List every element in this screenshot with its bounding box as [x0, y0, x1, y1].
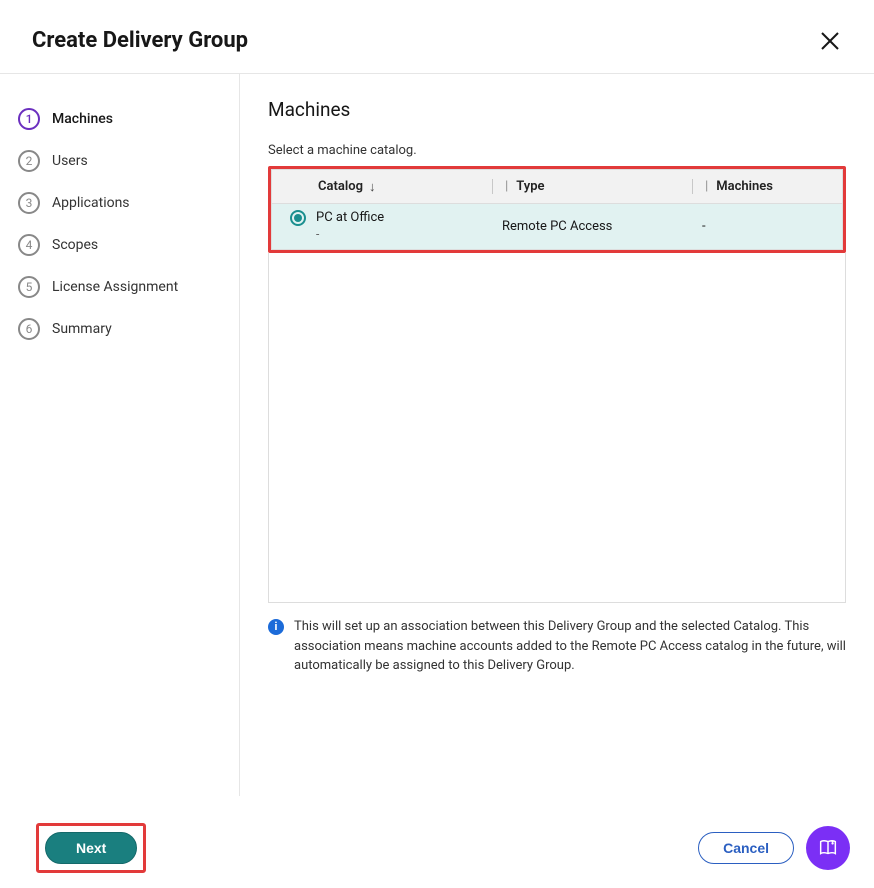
info-message: i This will set up an association betwee…: [268, 617, 846, 676]
catalog-name: PC at Office: [316, 210, 384, 227]
dialog-title: Create Delivery Group: [32, 28, 248, 53]
help-fab-button[interactable]: [806, 826, 850, 870]
main-panel: Machines Select a machine catalog. Catal…: [240, 74, 874, 796]
radio-dot-icon: [294, 214, 302, 222]
cancel-button[interactable]: Cancel: [698, 832, 794, 864]
column-header-type[interactable]: | Type: [492, 179, 692, 194]
book-help-icon: [817, 837, 839, 859]
step-number-icon: 3: [18, 192, 40, 214]
step-number-icon: 6: [18, 318, 40, 340]
panel-title: Machines: [268, 98, 846, 121]
step-label: License Assignment: [52, 279, 178, 295]
step-number-icon: 1: [18, 108, 40, 130]
table-empty-area: [268, 253, 846, 603]
next-button-highlight: Next: [36, 823, 146, 873]
column-header-catalog[interactable]: Catalog ↓: [272, 179, 492, 195]
step-label: Summary: [52, 321, 112, 337]
column-separator-icon: |: [505, 179, 508, 194]
cell-type: Remote PC Access: [492, 219, 692, 234]
dialog-footer: Next Cancel: [0, 808, 874, 888]
step-applications[interactable]: 3 Applications: [18, 182, 239, 224]
step-number-icon: 4: [18, 234, 40, 256]
column-label: Catalog: [318, 179, 363, 194]
cell-machines: -: [692, 219, 842, 234]
catalog-subtext: -: [316, 227, 384, 243]
close-icon: [818, 29, 842, 53]
step-license-assignment[interactable]: 5 License Assignment: [18, 266, 239, 308]
column-header-machines[interactable]: | Machines: [692, 179, 842, 194]
step-machines[interactable]: 1 Machines: [18, 98, 239, 140]
sort-down-icon: ↓: [369, 179, 376, 195]
radio-selected[interactable]: [290, 210, 306, 226]
table-header: Catalog ↓ | Type | Machines: [272, 170, 842, 204]
info-icon: i: [268, 619, 284, 635]
dialog-header: Create Delivery Group: [0, 0, 874, 74]
step-number-icon: 2: [18, 150, 40, 172]
step-label: Scopes: [52, 237, 98, 253]
info-text: This will set up an association between …: [294, 617, 846, 676]
wizard-sidebar: 1 Machines 2 Users 3 Applications 4 Scop…: [0, 74, 240, 796]
column-label: Machines: [716, 179, 773, 194]
step-number-icon: 5: [18, 276, 40, 298]
step-label: Applications: [52, 195, 130, 211]
step-label: Users: [52, 153, 88, 169]
step-scopes[interactable]: 4 Scopes: [18, 224, 239, 266]
step-label: Machines: [52, 111, 113, 127]
panel-subtitle: Select a machine catalog.: [268, 143, 846, 158]
column-separator-icon: |: [705, 179, 708, 194]
next-button[interactable]: Next: [45, 832, 137, 864]
step-users[interactable]: 2 Users: [18, 140, 239, 182]
catalog-table-highlight: Catalog ↓ | Type | Machines: [268, 166, 846, 253]
column-label: Type: [516, 179, 544, 194]
step-summary[interactable]: 6 Summary: [18, 308, 239, 350]
close-button[interactable]: [818, 29, 842, 53]
table-row[interactable]: PC at Office - Remote PC Access -: [272, 204, 842, 250]
